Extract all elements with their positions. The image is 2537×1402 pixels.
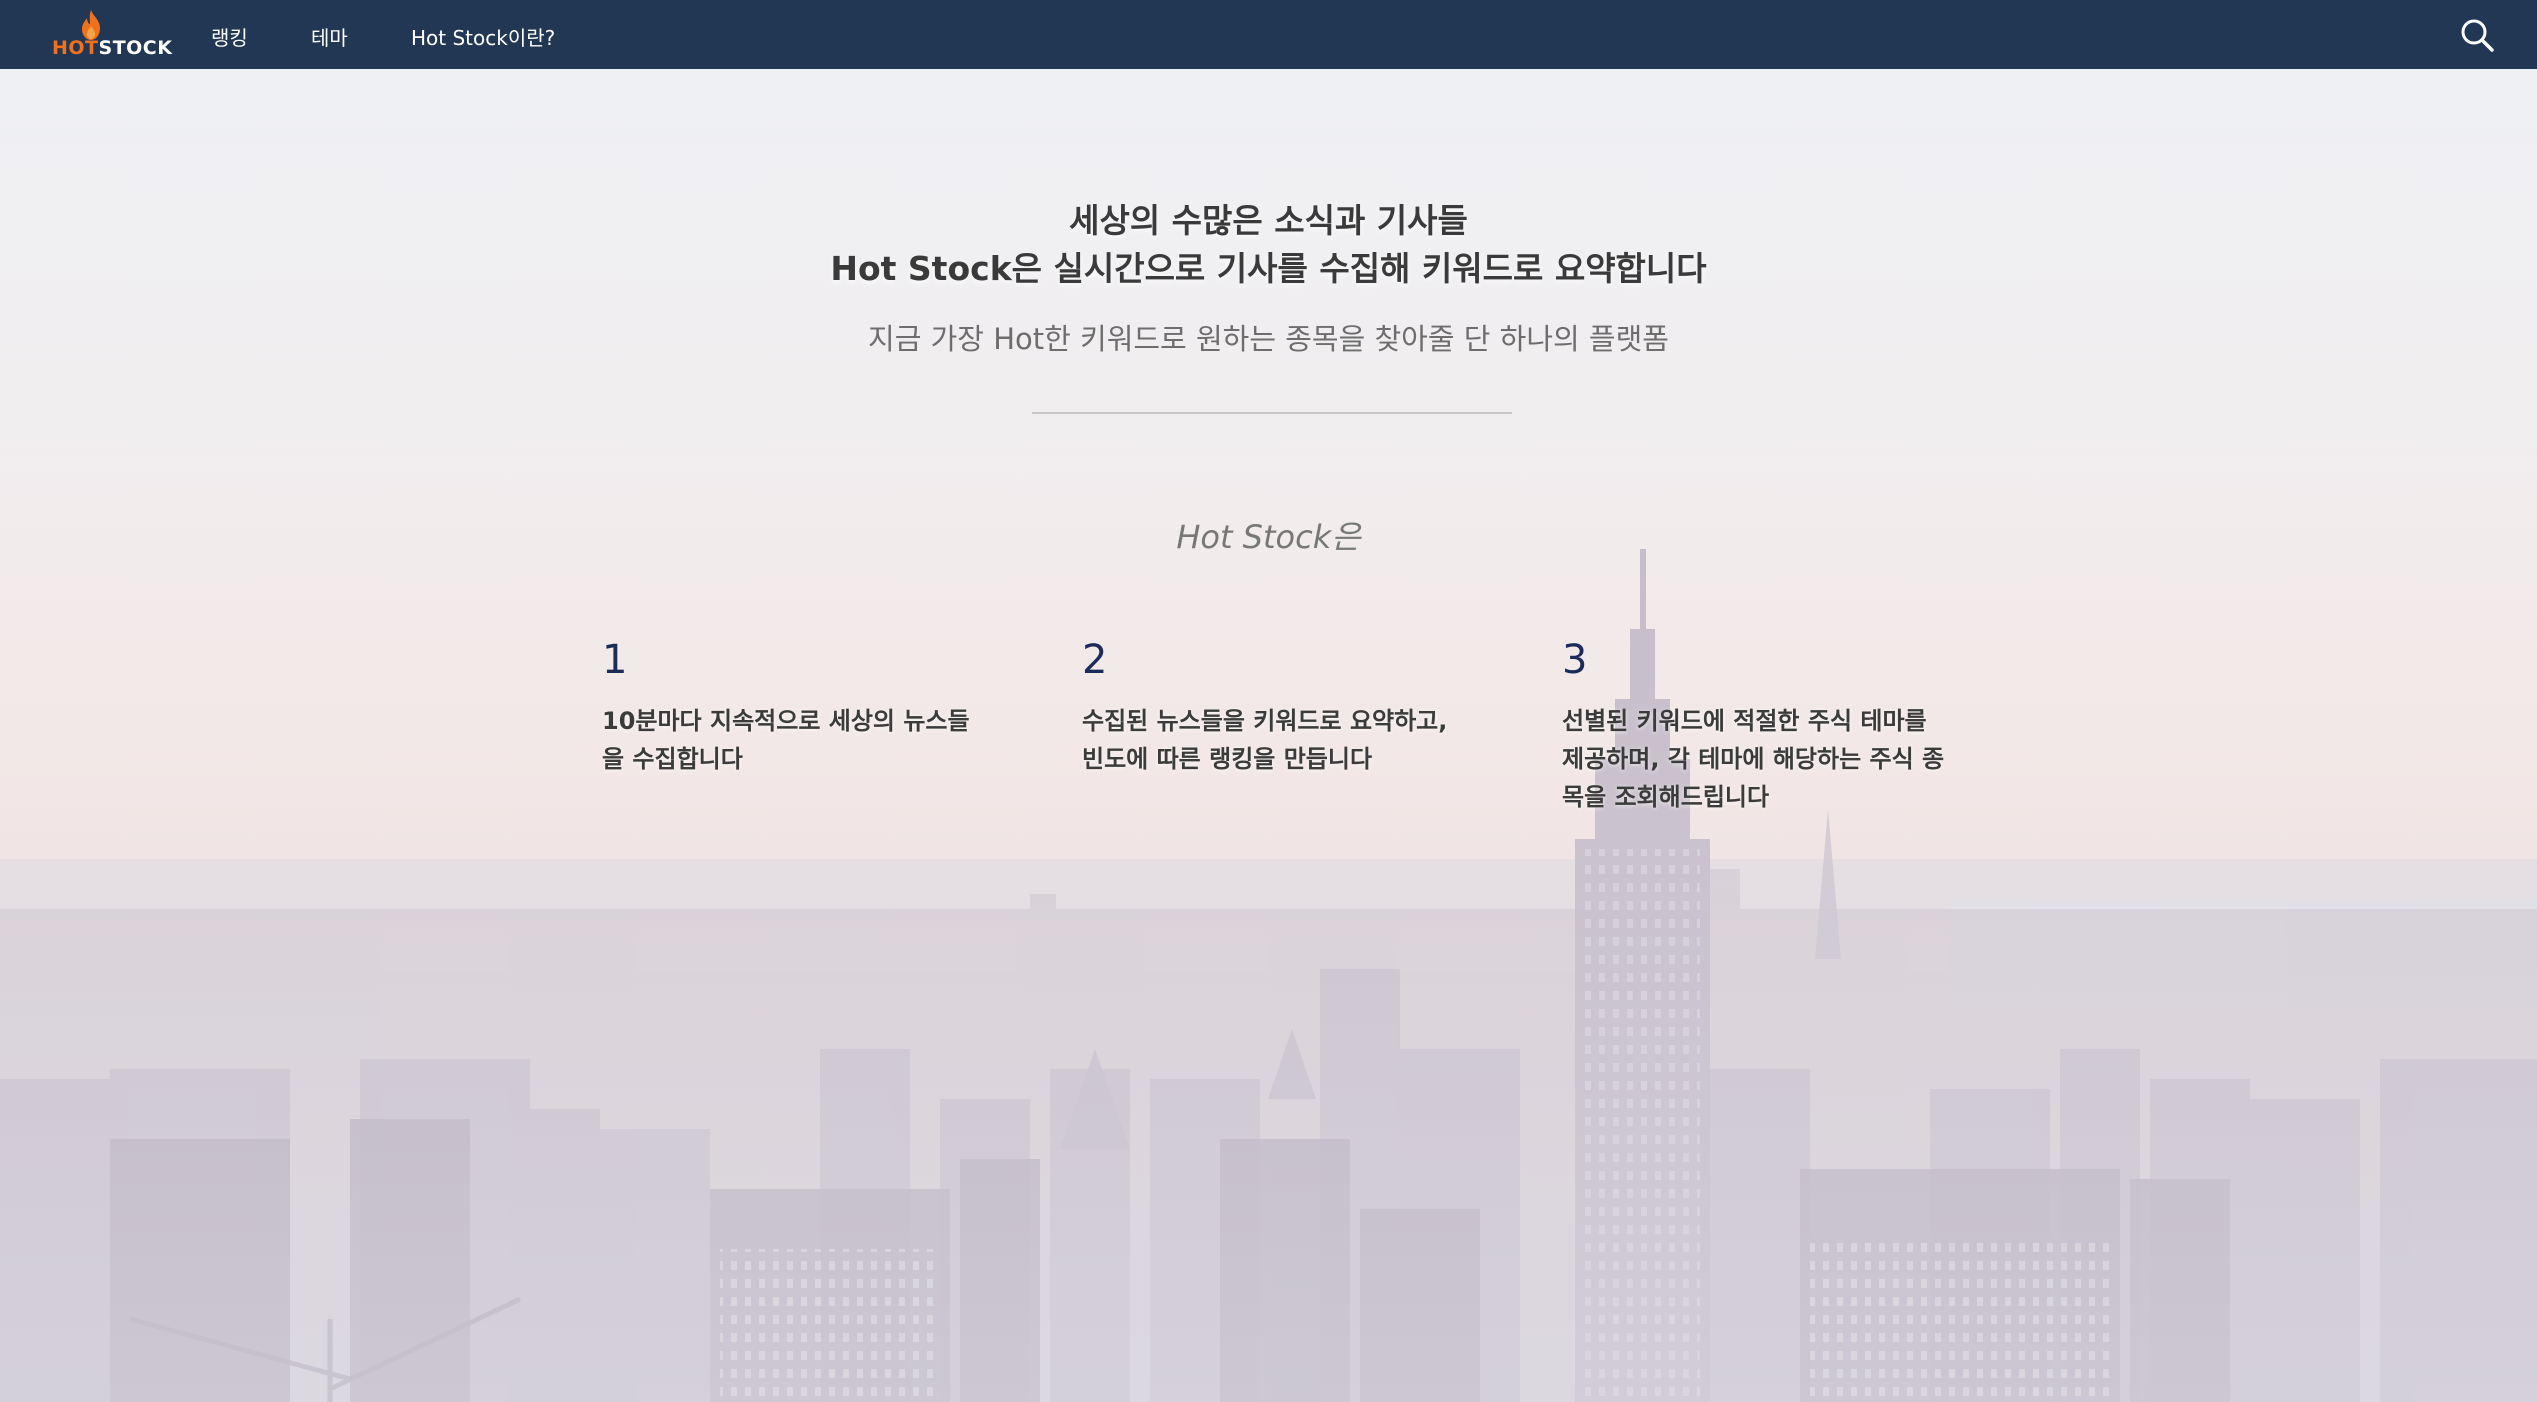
nav-link-ranking[interactable]: 랭킹 [211, 22, 248, 51]
feature-item-2: 2 수집된 뉴스들을 키워드로 요약하고, 빈도에 따른 랭킹을 만듭니다 [1082, 632, 1472, 778]
nav-link-theme[interactable]: 테마 [311, 22, 348, 51]
search-icon [2461, 19, 2494, 52]
hero-subtitle: 지금 가장 Hot한 키워드로 원하는 종목을 찾아줄 단 하나의 플랫폼 [868, 322, 1669, 356]
top-navbar: HOTSTOCK 랭킹 테마 Hot Stock이란? [0, 0, 2537, 69]
feature-item-3: 3 선별된 키워드에 적절한 주식 테마를 제공하며, 각 테마에 해당하는 주… [1562, 632, 1952, 816]
logo-stock-text: STOCK [98, 37, 173, 59]
nav-link-about[interactable]: Hot Stock이란? [411, 22, 555, 51]
feature-number: 2 [1082, 637, 1108, 683]
flame-icon [82, 10, 100, 40]
feature-text: 선별된 키워드에 적절한 주식 테마를 제공하며, 각 테마에 해당하는 주식 … [1562, 707, 1945, 811]
hot-stock-logo[interactable]: HOTSTOCK [50, 10, 172, 60]
feature-text: 10분마다 지속적으로 세상의 뉴스들을 수집합니다 [602, 707, 970, 773]
main-content: 세상의 수많은 소식과 기사들 Hot Stock은 실시간으로 기사를 수집해… [0, 69, 2537, 1402]
search-button[interactable] [2459, 17, 2495, 53]
logo-hot-text: HOT [52, 37, 99, 59]
feature-item-1: 1 10분마다 지속적으로 세상의 뉴스들을 수집합니다 [602, 632, 992, 778]
feature-number: 1 [602, 637, 628, 683]
feature-number: 3 [1562, 637, 1588, 683]
logo-wordmark: HOTSTOCK [52, 37, 172, 59]
hero-headline-line1: 세상의 수많은 소식과 기사들 [1069, 201, 1468, 240]
hero-headline-line2: Hot Stock은 실시간으로 기사를 수집해 키워드로 요약합니다 [830, 249, 1707, 288]
about-section-title: Hot Stock은 [1176, 518, 1361, 556]
feature-text: 수집된 뉴스들을 키워드로 요약하고, 빈도에 따른 랭킹을 만듭니다 [1082, 707, 1448, 773]
section-divider [1032, 412, 1512, 414]
